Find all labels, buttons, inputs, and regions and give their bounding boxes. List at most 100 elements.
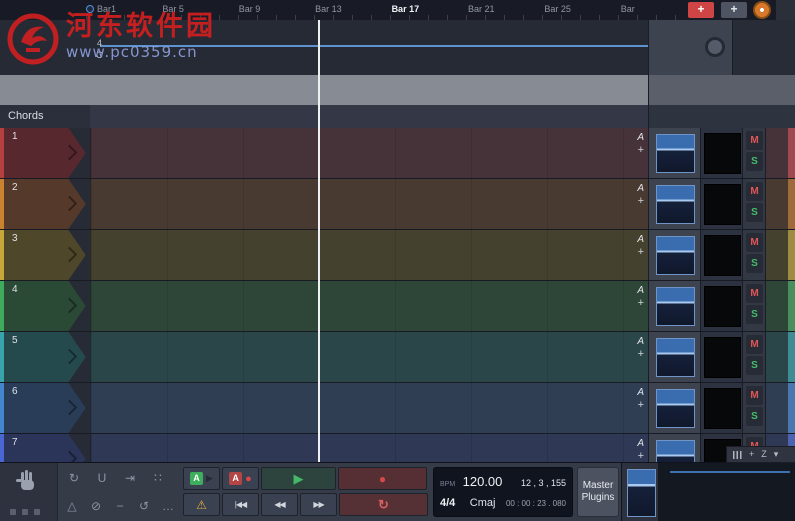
add-automation-button[interactable]: + xyxy=(638,451,644,462)
track-lane[interactable] xyxy=(90,383,649,433)
mute-button[interactable]: M xyxy=(746,182,763,201)
solo-button[interactable]: S xyxy=(746,356,763,375)
transport-bar: ↻ U ⇥ ∷ △ ⊘ − ↺ … A ▶ A ● ▶ ● ⚠ |◀◀ ◀◀ ▶… xyxy=(0,462,795,521)
track-fader[interactable] xyxy=(656,287,695,326)
return-to-start-button[interactable]: |◀◀ xyxy=(222,493,259,516)
bpm-value[interactable]: 120.00 xyxy=(463,474,503,489)
track-fader[interactable] xyxy=(656,134,695,173)
automation-label[interactable]: A xyxy=(637,184,644,194)
automation-cell: A + xyxy=(616,388,644,411)
track-lane[interactable] xyxy=(90,332,649,382)
minus-icon[interactable]: − xyxy=(108,494,132,518)
track-header[interactable]: 2 xyxy=(4,179,90,229)
track-header[interactable]: 7 xyxy=(4,434,90,462)
forward-button[interactable]: ▶▶ xyxy=(300,493,337,516)
track-fader[interactable] xyxy=(656,338,695,377)
more-icon[interactable]: … xyxy=(156,494,180,518)
solo-button[interactable]: S xyxy=(746,203,763,222)
zoom-bars-icon[interactable] xyxy=(733,450,742,459)
master-channel-panel xyxy=(621,463,795,521)
track-fader-cell xyxy=(648,128,701,178)
solo-button[interactable]: S xyxy=(746,254,763,273)
automation-label[interactable]: A xyxy=(637,439,644,449)
play-button[interactable]: ▶ xyxy=(261,467,336,490)
add-button[interactable]: + xyxy=(721,2,747,18)
track-fader[interactable] xyxy=(656,389,695,428)
automation-label[interactable]: A xyxy=(637,388,644,398)
track-header[interactable]: 5 xyxy=(4,332,90,382)
record-button[interactable]: ● xyxy=(338,467,427,490)
time-signature[interactable]: 4/4 xyxy=(440,497,455,509)
master-plugins-button[interactable]: Master Plugins xyxy=(577,467,619,517)
loop-button[interactable]: ↻ xyxy=(339,493,428,516)
track-header[interactable]: 1 xyxy=(4,128,90,178)
automation-label[interactable]: A xyxy=(637,286,644,296)
record-monitor-icon[interactable] xyxy=(753,1,771,19)
add-automation-button[interactable]: + xyxy=(638,196,644,207)
mute-button[interactable]: M xyxy=(746,386,763,405)
track-lane[interactable] xyxy=(90,128,649,178)
metronome-icon[interactable]: △ xyxy=(60,494,84,518)
autopunch-record-button[interactable]: A ● xyxy=(222,467,259,490)
track-lane[interactable] xyxy=(90,281,649,331)
track-lane[interactable] xyxy=(90,230,649,280)
track-header[interactable]: 4 xyxy=(4,281,90,331)
track-fader[interactable] xyxy=(656,185,695,224)
chords-track-header[interactable]: Chords xyxy=(0,105,90,128)
track-number: 5 xyxy=(12,335,18,346)
track-edge-strip xyxy=(788,383,795,433)
track-edge-strip xyxy=(788,230,795,280)
transport-buttons: A ▶ A ● ▶ ● ⚠ |◀◀ ◀◀ ▶▶ ↻ xyxy=(183,467,428,516)
rewind-button[interactable]: ◀◀ xyxy=(261,493,298,516)
track-fader[interactable] xyxy=(656,440,695,462)
add-automation-button[interactable]: + xyxy=(638,298,644,309)
autopunch-play-button[interactable]: A ▶ xyxy=(183,467,220,490)
zoom-z-button[interactable]: Z xyxy=(761,448,767,461)
add-automation-button[interactable]: + xyxy=(638,349,644,360)
add-automation-button[interactable]: + xyxy=(638,247,644,258)
follow-icon[interactable]: ∷ xyxy=(144,466,172,490)
chords-track[interactable]: Chords xyxy=(0,105,795,129)
solo-button[interactable]: S xyxy=(746,407,763,426)
automation-label[interactable]: A xyxy=(637,133,644,143)
undo-icon[interactable]: ↺ xyxy=(132,494,156,518)
bar-label: Bar 17 xyxy=(391,4,420,14)
position-display[interactable]: 12 , 3 , 155 xyxy=(521,478,566,488)
key-signature[interactable]: Cmaj xyxy=(470,497,496,509)
track-header[interactable]: 3 xyxy=(4,230,90,280)
add-track-button[interactable]: + xyxy=(688,2,714,18)
mute-button[interactable]: M xyxy=(746,233,763,252)
track-fader-cell xyxy=(648,230,701,280)
track-lane[interactable] xyxy=(90,179,649,229)
mute-button[interactable]: M xyxy=(746,335,763,354)
autoscroll-icon[interactable]: ⇥ xyxy=(116,466,144,490)
track-display xyxy=(704,388,741,429)
refresh-icon[interactable]: ↻ xyxy=(60,466,88,490)
precount-warning-button[interactable]: ⚠ xyxy=(183,493,220,516)
add-automation-button[interactable]: + xyxy=(638,400,644,411)
playhead[interactable] xyxy=(318,20,320,462)
mute-button[interactable]: M xyxy=(746,284,763,303)
automation-label[interactable]: A xyxy=(637,235,644,245)
chevron-down-icon[interactable]: ▾ xyxy=(774,448,779,461)
track-fader[interactable] xyxy=(656,236,695,275)
track-row: 7 A + M S xyxy=(0,434,795,462)
add-automation-button[interactable]: + xyxy=(638,145,644,156)
zoom-in-button[interactable]: + xyxy=(749,448,754,461)
magnet-icon[interactable]: U xyxy=(88,466,116,490)
target-icon[interactable] xyxy=(705,37,725,57)
tool-mini-icons[interactable] xyxy=(10,509,40,515)
automation-cell: A + xyxy=(616,286,644,309)
timeline-overview[interactable] xyxy=(0,75,795,106)
track-header[interactable]: 6 xyxy=(4,383,90,433)
time-display[interactable]: 00 : 00 : 23 . 080 xyxy=(506,499,566,508)
solo-button[interactable]: S xyxy=(746,305,763,324)
solo-button[interactable]: S xyxy=(746,152,763,171)
automation-label[interactable]: A xyxy=(637,337,644,347)
master-fader[interactable] xyxy=(627,469,656,517)
forward-icon: ▶▶ xyxy=(313,500,324,509)
track-lane[interactable] xyxy=(90,434,649,462)
mute-button[interactable]: M xyxy=(746,131,763,150)
hand-tool-icon[interactable] xyxy=(13,469,41,495)
precount-icon[interactable]: ⊘ xyxy=(84,494,108,518)
